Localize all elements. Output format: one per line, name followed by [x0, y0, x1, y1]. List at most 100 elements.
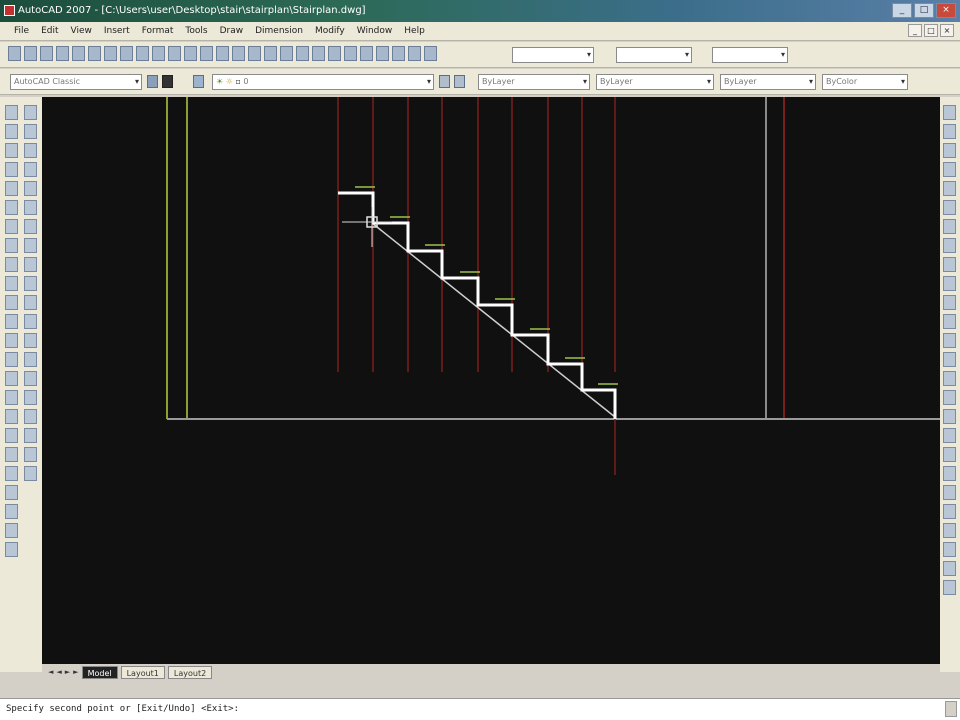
draw-tool-icon[interactable]: [5, 238, 18, 253]
modify-tool-icon[interactable]: [24, 447, 37, 462]
draw-tool-icon[interactable]: [5, 447, 18, 462]
menu-edit[interactable]: Edit: [35, 22, 64, 40]
modify-tool-icon[interactable]: [24, 371, 37, 386]
minimize-button[interactable]: _: [892, 3, 912, 18]
menu-dimension[interactable]: Dimension: [249, 22, 309, 40]
toolbar-tool-icon[interactable]: [424, 46, 437, 61]
dimension-tool-icon[interactable]: [943, 561, 956, 576]
dimension-tool-icon[interactable]: [943, 466, 956, 481]
toolbar-tool-icon[interactable]: [376, 46, 389, 61]
draw-tool-icon[interactable]: [5, 257, 18, 272]
dimension-tool-icon[interactable]: [943, 238, 956, 253]
draw-tool-icon[interactable]: [5, 181, 18, 196]
draw-tool-icon[interactable]: [5, 314, 18, 329]
modify-tool-icon[interactable]: [24, 143, 37, 158]
toolbar-tool-icon[interactable]: [24, 46, 37, 61]
drawing-area[interactable]: [42, 97, 940, 664]
tab-model[interactable]: Model: [81, 665, 118, 679]
dimension-tool-icon[interactable]: [943, 257, 956, 272]
dim-style-combo[interactable]: [616, 47, 692, 63]
layer-manager-icon[interactable]: [193, 75, 204, 88]
draw-tool-icon[interactable]: [5, 143, 18, 158]
doc-minimize-button[interactable]: _: [908, 24, 922, 37]
dimension-tool-icon[interactable]: [943, 333, 956, 348]
draw-tool-icon[interactable]: [5, 485, 18, 500]
toolbar-tool-icon[interactable]: [232, 46, 245, 61]
toolbar-tool-icon[interactable]: [328, 46, 341, 61]
draw-tool-icon[interactable]: [5, 523, 18, 538]
dimension-tool-icon[interactable]: [943, 276, 956, 291]
linetype-combo[interactable]: ByLayer: [596, 74, 714, 90]
toolbar-tool-icon[interactable]: [168, 46, 181, 61]
tab-nav-prev[interactable]: ◄: [56, 668, 61, 676]
modify-tool-icon[interactable]: [24, 390, 37, 405]
draw-tool-icon[interactable]: [5, 352, 18, 367]
menu-view[interactable]: View: [65, 22, 98, 40]
dimension-tool-icon[interactable]: [943, 390, 956, 405]
toolbar-tool-icon[interactable]: [312, 46, 325, 61]
toolbar-tool-icon[interactable]: [104, 46, 117, 61]
layer-previous-icon[interactable]: [454, 75, 465, 88]
toolbar-tool-icon[interactable]: [344, 46, 357, 61]
modify-tool-icon[interactable]: [24, 238, 37, 253]
dimension-tool-icon[interactable]: [943, 124, 956, 139]
lock-icon[interactable]: [162, 75, 173, 88]
toolbar-tool-icon[interactable]: [88, 46, 101, 61]
lineweight-combo[interactable]: ByLayer: [720, 74, 816, 90]
dimension-tool-icon[interactable]: [943, 523, 956, 538]
menu-format[interactable]: Format: [136, 22, 180, 40]
toolbar-tool-icon[interactable]: [360, 46, 373, 61]
draw-tool-icon[interactable]: [5, 466, 18, 481]
toolbar-tool-icon[interactable]: [120, 46, 133, 61]
table-style-combo[interactable]: [712, 47, 788, 63]
dimension-tool-icon[interactable]: [943, 409, 956, 424]
dimension-tool-icon[interactable]: [943, 200, 956, 215]
plot-style-combo[interactable]: ByColor: [822, 74, 908, 90]
modify-tool-icon[interactable]: [24, 352, 37, 367]
menu-insert[interactable]: Insert: [98, 22, 136, 40]
text-style-combo[interactable]: [512, 47, 594, 63]
draw-tool-icon[interactable]: [5, 162, 18, 177]
tab-layout2[interactable]: Layout2: [167, 665, 213, 679]
workspace-combo[interactable]: AutoCAD Classic: [10, 74, 142, 90]
modify-tool-icon[interactable]: [24, 428, 37, 443]
toolbar-tool-icon[interactable]: [280, 46, 293, 61]
dimension-tool-icon[interactable]: [943, 352, 956, 367]
toolbar-tool-icon[interactable]: [216, 46, 229, 61]
menu-window[interactable]: Window: [351, 22, 399, 40]
toolbar-tool-icon[interactable]: [40, 46, 53, 61]
dimension-tool-icon[interactable]: [943, 428, 956, 443]
layer-combo[interactable]: ☀ ☼ ▫ 0: [212, 74, 434, 90]
toolbar-tool-icon[interactable]: [248, 46, 261, 61]
modify-tool-icon[interactable]: [24, 219, 37, 234]
menu-modify[interactable]: Modify: [309, 22, 351, 40]
modify-tool-icon[interactable]: [24, 181, 37, 196]
dimension-tool-icon[interactable]: [943, 295, 956, 310]
modify-tool-icon[interactable]: [24, 162, 37, 177]
modify-tool-icon[interactable]: [24, 466, 37, 481]
dimension-tool-icon[interactable]: [943, 485, 956, 500]
title-bar[interactable]: AutoCAD 2007 - [C:\Users\user\Desktop\st…: [0, 0, 960, 22]
command-line[interactable]: Specify second point or [Exit/Undo] <Exi…: [0, 698, 960, 720]
dimension-tool-icon[interactable]: [943, 580, 956, 595]
tab-nav-first[interactable]: ◄: [48, 668, 53, 676]
draw-tool-icon[interactable]: [5, 276, 18, 291]
doc-close-button[interactable]: ×: [940, 24, 954, 37]
dimension-tool-icon[interactable]: [943, 219, 956, 234]
draw-tool-icon[interactable]: [5, 390, 18, 405]
dimension-tool-icon[interactable]: [943, 105, 956, 120]
color-combo[interactable]: ByLayer: [478, 74, 590, 90]
modify-tool-icon[interactable]: [24, 409, 37, 424]
draw-tool-icon[interactable]: [5, 409, 18, 424]
dimension-tool-icon[interactable]: [943, 143, 956, 158]
toolbar-tool-icon[interactable]: [184, 46, 197, 61]
dimension-tool-icon[interactable]: [943, 504, 956, 519]
modify-tool-icon[interactable]: [24, 276, 37, 291]
draw-tool-icon[interactable]: [5, 105, 18, 120]
command-scrollbar[interactable]: [945, 701, 957, 717]
toolbar-tool-icon[interactable]: [392, 46, 405, 61]
toolbar-tool-icon[interactable]: [56, 46, 69, 61]
doc-restore-button[interactable]: □: [924, 24, 938, 37]
close-button[interactable]: ×: [936, 3, 956, 18]
tab-nav-last[interactable]: ►: [73, 668, 78, 676]
